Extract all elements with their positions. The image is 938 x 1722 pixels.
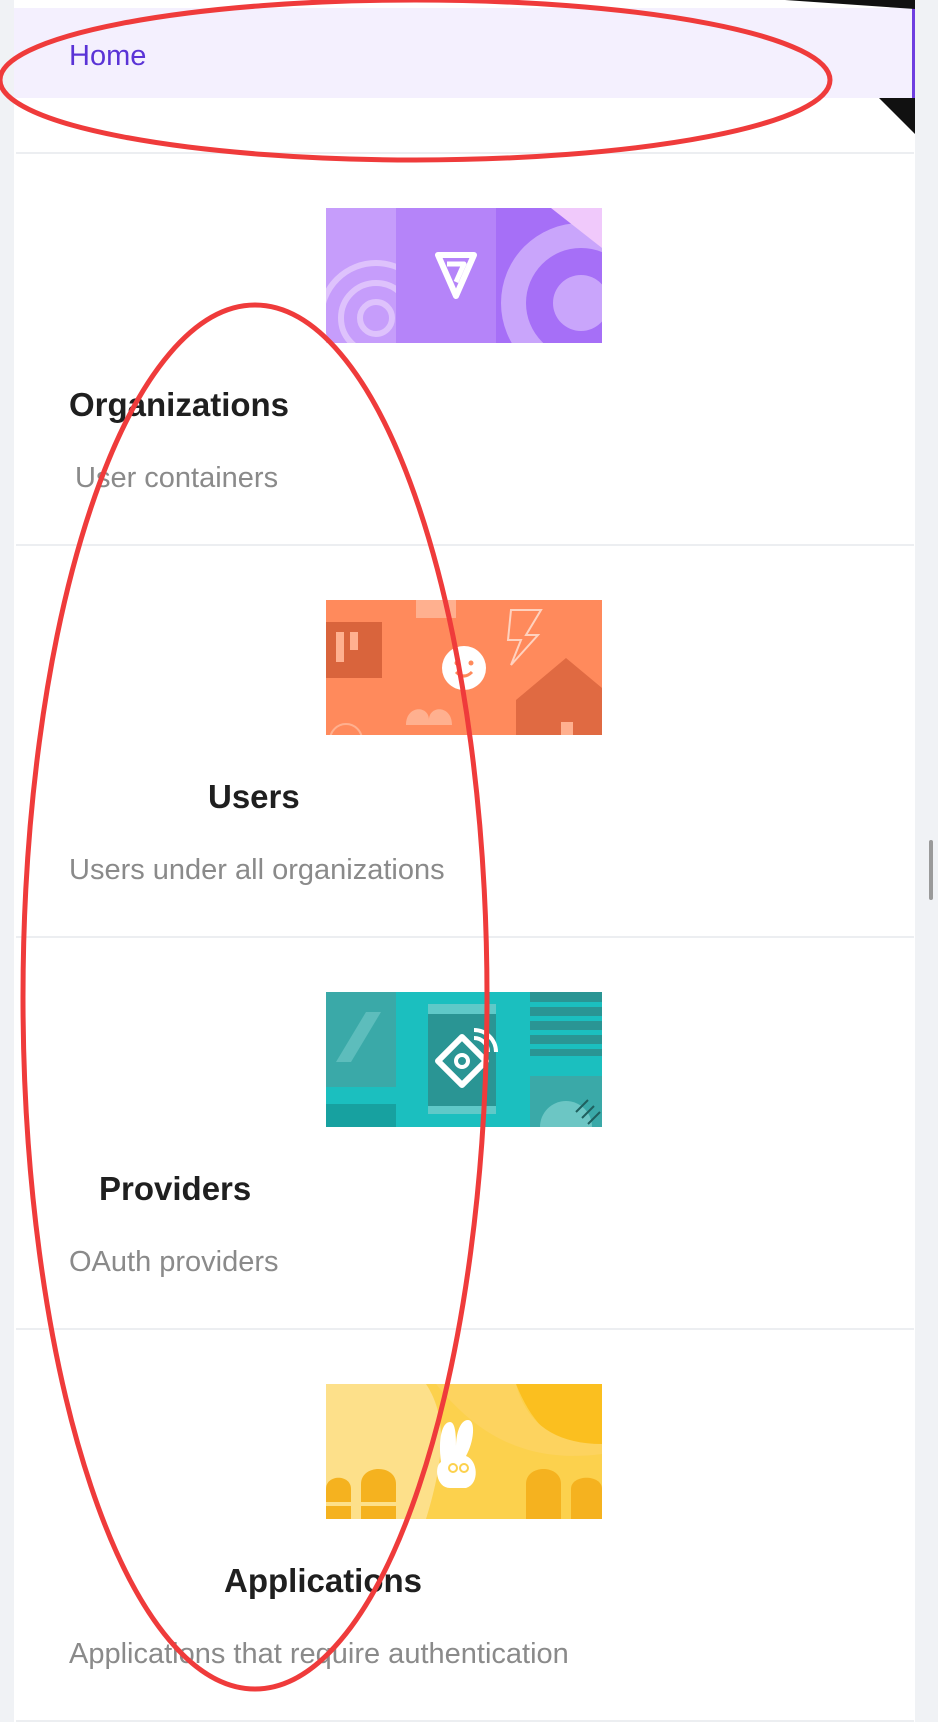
menu-item-home-label: Home: [69, 40, 147, 72]
corner-decoration-bottom: [879, 98, 915, 134]
card-organizations[interactable]: Organizations User containers: [16, 154, 914, 546]
main-panel: Home Organizations User containers Users…: [14, 0, 915, 1722]
vite-logo-icon: [326, 208, 602, 343]
card-applications-description: Applications that require authentication: [69, 1638, 569, 1670]
card-providers-description: OAuth providers: [69, 1246, 279, 1278]
card-organizations-description: User containers: [75, 462, 279, 494]
card-users-description: Users under all organizations: [69, 854, 445, 886]
corner-decoration-top: [785, 0, 915, 9]
menu-item-home[interactable]: Home: [14, 8, 915, 98]
card-organizations-title: Organizations: [69, 386, 290, 423]
card-applications[interactable]: Applications Applications that require a…: [16, 1330, 914, 1722]
rabbit-icon: [326, 1384, 602, 1519]
provider-key-icon: [326, 992, 602, 1127]
card-providers[interactable]: Providers OAuth providers: [16, 938, 914, 1330]
card-users-title: Users: [208, 778, 300, 815]
smiley-house-icon: [326, 600, 602, 735]
card-providers-title: Providers: [99, 1170, 252, 1207]
card-list: Organizations User containers Users User…: [16, 152, 914, 1722]
scrollbar-thumb[interactable]: [929, 840, 933, 900]
card-users[interactable]: Users Users under all organizations: [16, 546, 914, 938]
card-applications-title: Applications: [224, 1562, 423, 1599]
